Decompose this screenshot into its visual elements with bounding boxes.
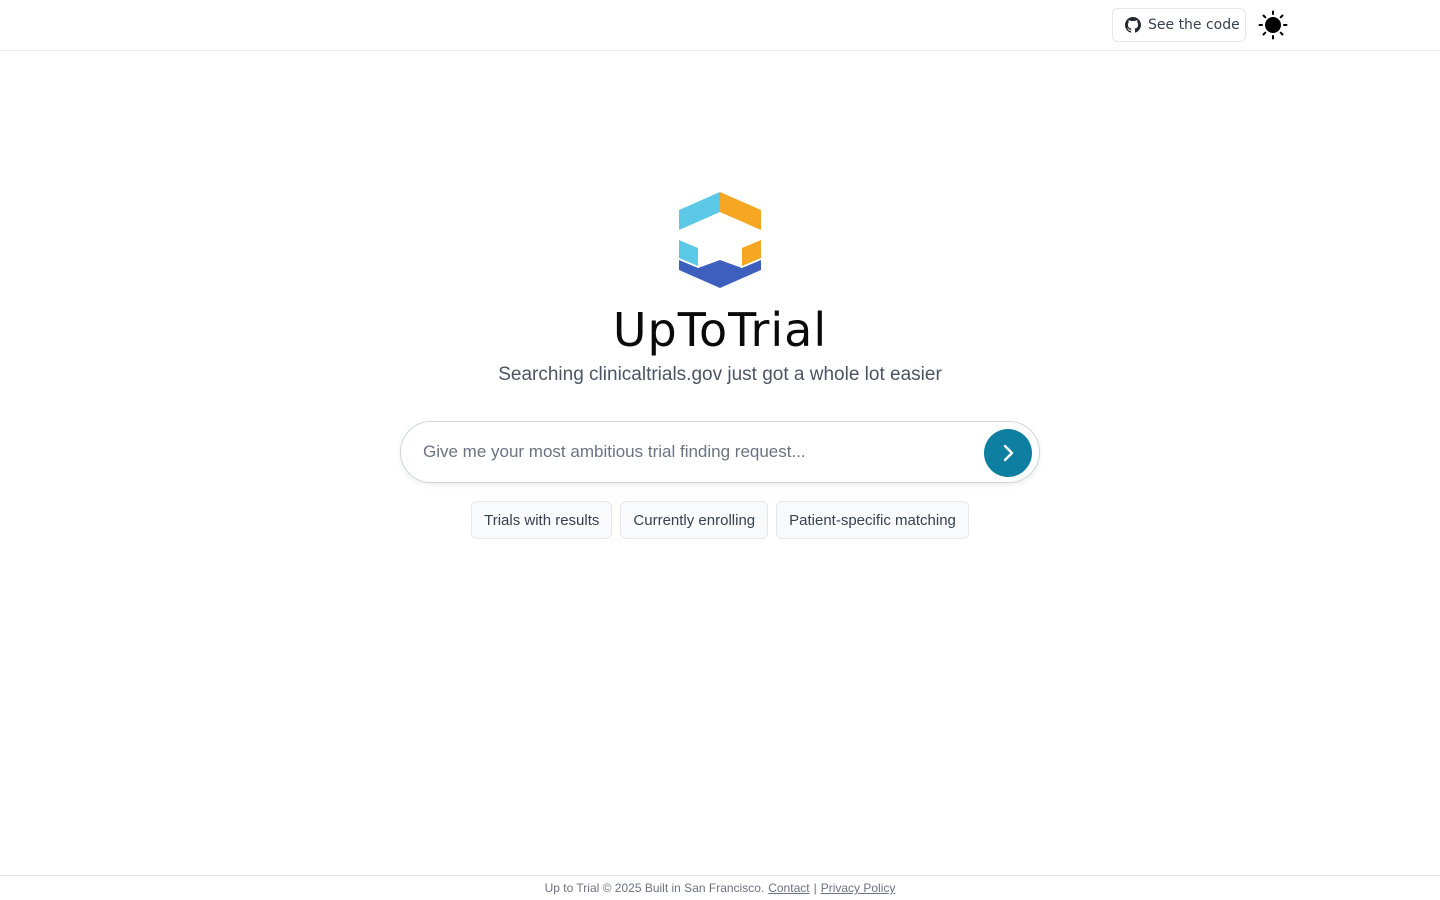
sun-icon <box>1258 10 1288 40</box>
theme-toggle-button[interactable] <box>1258 10 1288 40</box>
contact-link[interactable]: Contact <box>768 881 809 895</box>
suggestion-chip-enrolling[interactable]: Currently enrolling <box>620 501 769 539</box>
chevron-right-icon <box>1003 444 1014 462</box>
top-bar: See the code <box>0 0 1440 51</box>
footer: Up to Trial © 2025 Built in San Francisc… <box>0 875 1440 900</box>
brand-title: UpToTrial <box>612 303 828 357</box>
footer-separator: | <box>813 881 817 895</box>
privacy-policy-link[interactable]: Privacy Policy <box>821 881 896 895</box>
uptotrial-logo <box>679 192 761 288</box>
search-input[interactable] <box>421 422 976 482</box>
footer-text: Up to Trial © 2025 Built in San Francisc… <box>544 881 765 895</box>
see-code-button[interactable]: See the code <box>1112 8 1246 42</box>
tagline: Searching clinicaltrials.gov just got a … <box>498 364 942 385</box>
suggestion-chip-results[interactable]: Trials with results <box>471 501 613 539</box>
see-code-label: See the code <box>1148 17 1240 33</box>
suggestion-chips: Trials with results Currently enrolling … <box>0 501 1440 539</box>
suggestion-chip-matching[interactable]: Patient-specific matching <box>776 501 969 539</box>
submit-button[interactable] <box>984 429 1032 477</box>
github-icon <box>1125 17 1141 33</box>
search-box <box>400 421 1040 483</box>
